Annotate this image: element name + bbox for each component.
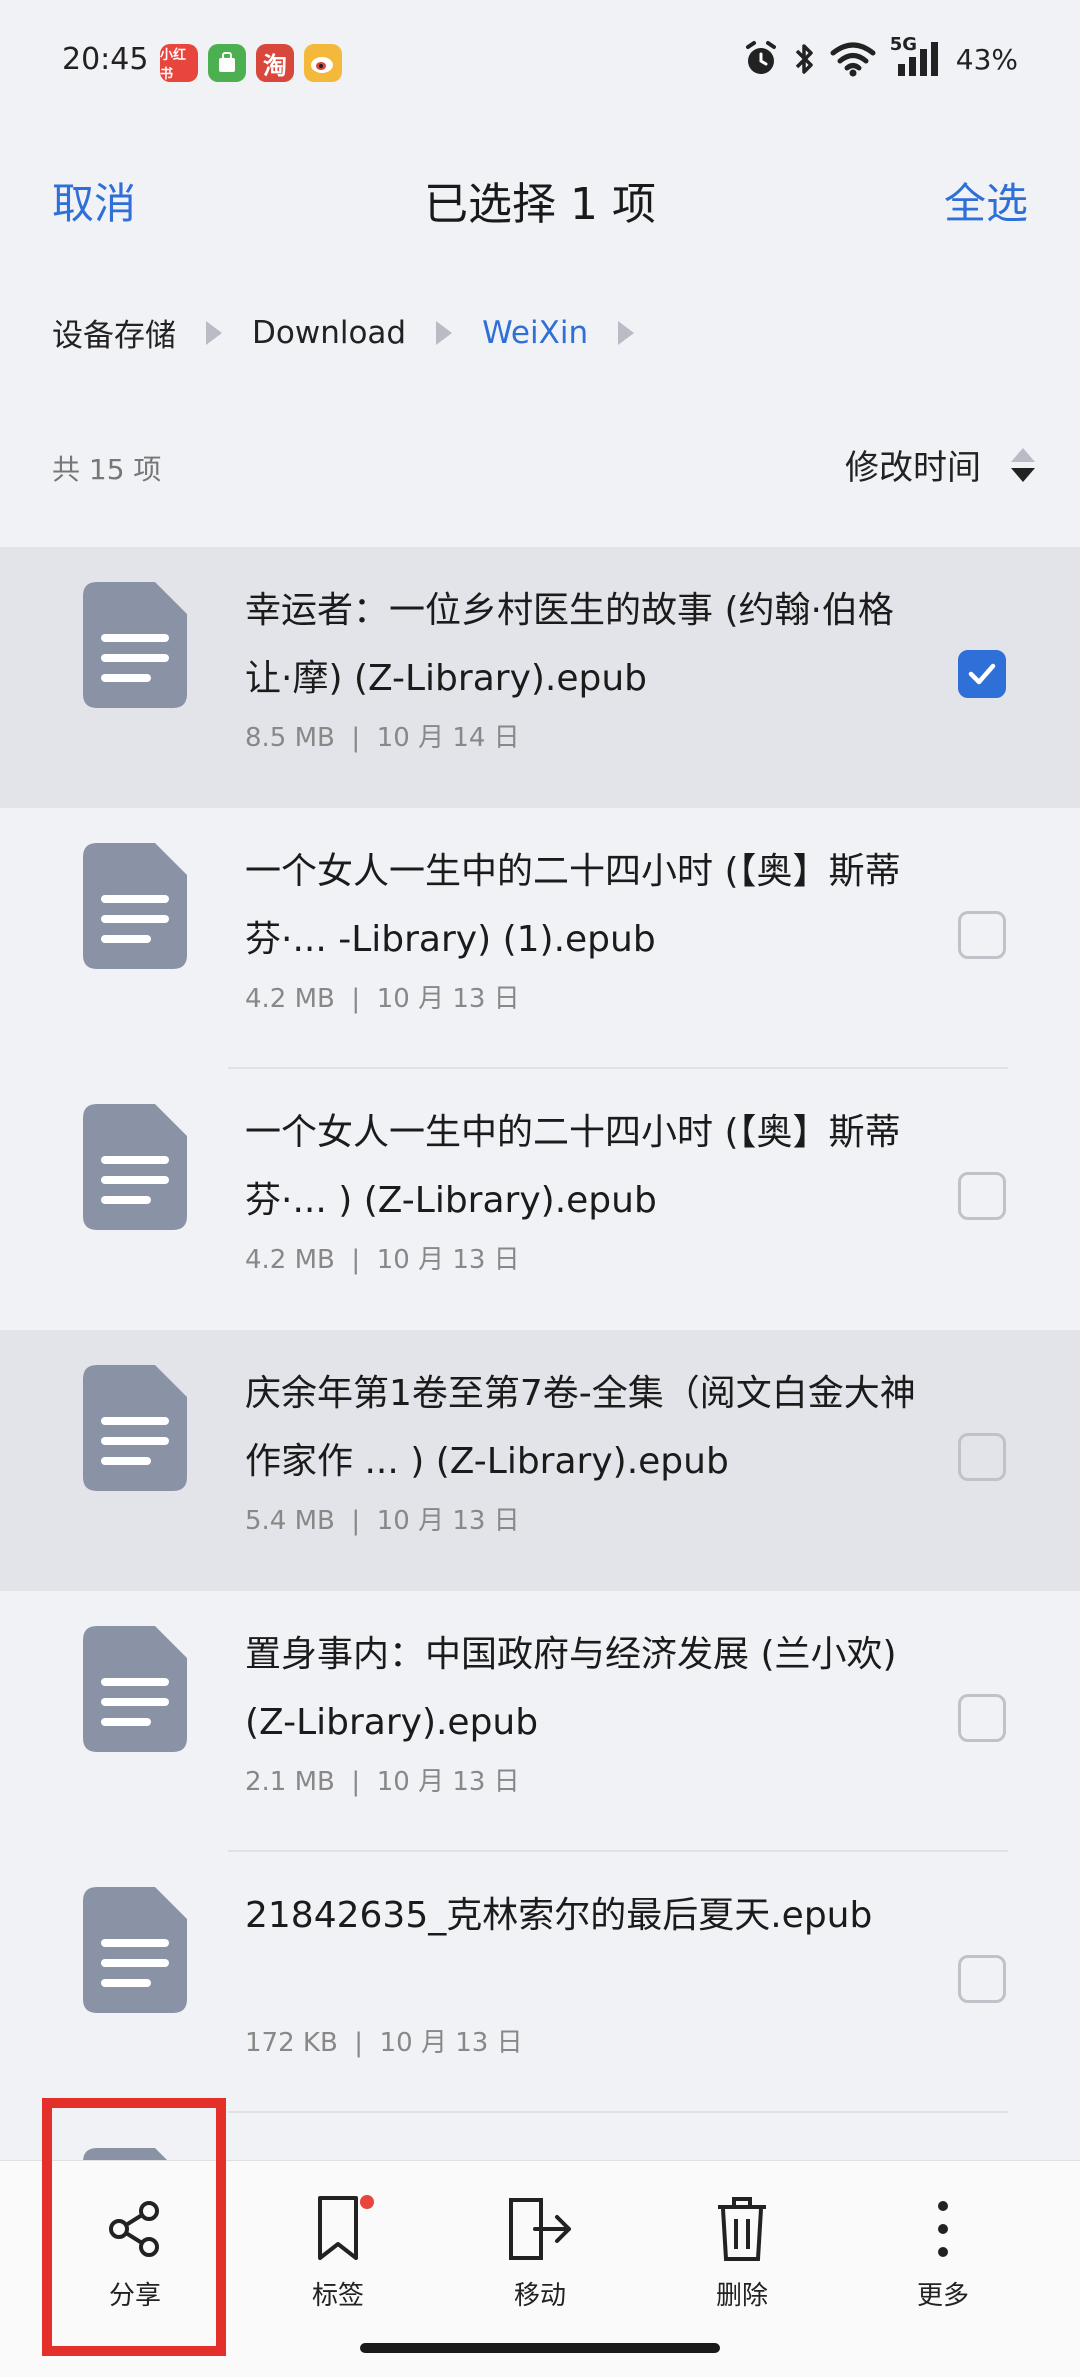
- status-right: 5G 43%: [742, 34, 1018, 78]
- file-size: 5.4 MB: [245, 1506, 335, 1536]
- file-date: 10 月 13 日: [379, 2028, 523, 2058]
- file-name: 一个女人一生中的二十四小时 (【奥】斯蒂芬·... ) (Z-Library).…: [245, 1112, 901, 1221]
- chevron-right-icon: [618, 320, 635, 345]
- sort-order-icon: [1011, 447, 1035, 482]
- alarm-icon: [742, 40, 780, 78]
- file-date: 10 月 13 日: [376, 1767, 520, 1797]
- item-count: 共 15 项: [52, 453, 162, 486]
- more-vertical-icon: [873, 2189, 1013, 2269]
- breadcrumb: 设备存储 Download WeiXin: [52, 310, 664, 355]
- document-icon: [83, 1626, 187, 1752]
- file-date: 10 月 14 日: [376, 723, 520, 753]
- file-size: 4.2 MB: [245, 1245, 335, 1275]
- page-title: 已选择 1 项: [424, 179, 656, 230]
- file-size: 2.1 MB: [245, 1767, 335, 1797]
- notification-dot: [360, 2195, 374, 2209]
- file-size: 172 KB: [245, 2028, 338, 2058]
- file-checkbox[interactable]: [958, 1694, 1006, 1742]
- move-button[interactable]: 移动: [470, 2189, 610, 2312]
- file-meta: 4.2 MB | 10 月 13 日: [245, 984, 520, 1014]
- network-type-label: 5G: [889, 34, 918, 55]
- file-meta: 2.1 MB | 10 月 13 日: [245, 1767, 520, 1797]
- tag-label: 标签: [311, 2281, 364, 2311]
- file-checkbox[interactable]: [958, 1433, 1006, 1481]
- document-icon: [83, 1104, 187, 1230]
- file-row[interactable]: 幸运者：一位乡村医生的故事 (约翰·伯格 让·摩) (Z-Library).ep…: [0, 547, 1080, 808]
- document-icon: [83, 1365, 187, 1491]
- checkmark-icon: [968, 663, 996, 685]
- delete-button[interactable]: 删除: [672, 2189, 812, 2312]
- file-row[interactable]: 庆余年第1卷至第7卷-全集（阅文白金大神作家作 ... ) (Z-Library…: [0, 1330, 1080, 1591]
- file-name: 置身事内：中国政府与经济发展 (兰小欢) (Z-Library).epub: [245, 1634, 897, 1743]
- more-label: 更多: [916, 2281, 969, 2311]
- select-all-button[interactable]: 全选: [944, 170, 1028, 231]
- document-icon: [83, 582, 187, 708]
- file-row[interactable]: 置身事内：中国政府与经济发展 (兰小欢) (Z-Library).epub 2.…: [0, 1591, 1080, 1852]
- sort-control[interactable]: 修改时间: [845, 440, 1035, 489]
- file-checkbox[interactable]: [958, 650, 1006, 698]
- file-size: 8.5 MB: [245, 723, 335, 753]
- file-meta: 4.2 MB | 10 月 13 日: [245, 1245, 520, 1275]
- battery-level: 43%: [955, 42, 1018, 76]
- file-size: 4.2 MB: [245, 984, 335, 1014]
- xiaohongshu-app-icon: 小红书: [160, 44, 198, 82]
- file-meta: 172 KB | 10 月 13 日: [245, 2028, 523, 2058]
- chevron-right-icon: [436, 320, 453, 345]
- file-name: 幸运者：一位乡村医生的故事 (约翰·伯格 让·摩) (Z-Library).ep…: [245, 590, 894, 699]
- file-row[interactable]: 21842635_克林索尔的最后夏天.epub 172 KB | 10 月 13…: [0, 1852, 1080, 2113]
- file-checkbox[interactable]: [958, 1172, 1006, 1220]
- file-meta: 8.5 MB | 10 月 14 日: [245, 723, 520, 753]
- move-label: 移动: [513, 2281, 566, 2311]
- move-icon: [470, 2189, 610, 2269]
- trash-icon: [672, 2189, 812, 2269]
- breadcrumb-weixin[interactable]: WeiXin: [482, 315, 588, 351]
- file-row[interactable]: 一个女人一生中的二十四小时 (【奥】斯蒂芬·... ) (Z-Library).…: [0, 1069, 1080, 1330]
- notification-icons: 小红书 淘: [160, 44, 342, 82]
- status-time: 20:45: [62, 42, 149, 77]
- file-name: 庆余年第1卷至第7卷-全集（阅文白金大神作家作 ... ) (Z-Library…: [245, 1373, 916, 1482]
- bluetooth-icon: [794, 40, 816, 78]
- file-checkbox[interactable]: [958, 1955, 1006, 2003]
- taobao-app-icon: 淘: [256, 44, 294, 82]
- document-icon: [83, 1887, 187, 2013]
- file-name: 一个女人一生中的二十四小时 (【奥】斯蒂芬·... -Library) (1).…: [245, 851, 901, 960]
- share-highlight-annotation: [42, 2098, 226, 2356]
- file-date: 10 月 13 日: [376, 984, 520, 1014]
- signal-icon: 5G: [890, 34, 942, 78]
- tag-button[interactable]: 标签: [268, 2189, 408, 2312]
- file-checkbox[interactable]: [958, 911, 1006, 959]
- breadcrumb-download[interactable]: Download: [252, 315, 406, 351]
- selection-header: 取消 已选择 1 项 全选: [0, 140, 1080, 240]
- chevron-right-icon: [206, 320, 222, 345]
- file-date: 10 月 13 日: [376, 1506, 520, 1536]
- file-meta: 5.4 MB | 10 月 13 日: [245, 1506, 520, 1536]
- file-date: 10 月 13 日: [376, 1245, 520, 1275]
- file-name: 21842635_克林索尔的最后夏天.epub: [245, 1895, 873, 1936]
- bookmark-icon: [268, 2189, 408, 2269]
- breadcrumb-device-storage[interactable]: 设备存储: [52, 310, 176, 355]
- delete-label: 删除: [715, 2281, 768, 2311]
- more-button[interactable]: 更多: [873, 2189, 1013, 2312]
- status-bar: 20:45 小红书 淘 5G 43%: [0, 0, 1080, 130]
- weibo-app-icon: [304, 44, 342, 82]
- home-indicator[interactable]: [360, 2343, 720, 2353]
- wifi-icon: [830, 41, 876, 77]
- document-icon: [83, 843, 187, 969]
- file-row[interactable]: 一个女人一生中的二十四小时 (【奥】斯蒂芬·... -Library) (1).…: [0, 808, 1080, 1069]
- sort-label: 修改时间: [845, 448, 981, 488]
- green-app-icon: [208, 44, 246, 82]
